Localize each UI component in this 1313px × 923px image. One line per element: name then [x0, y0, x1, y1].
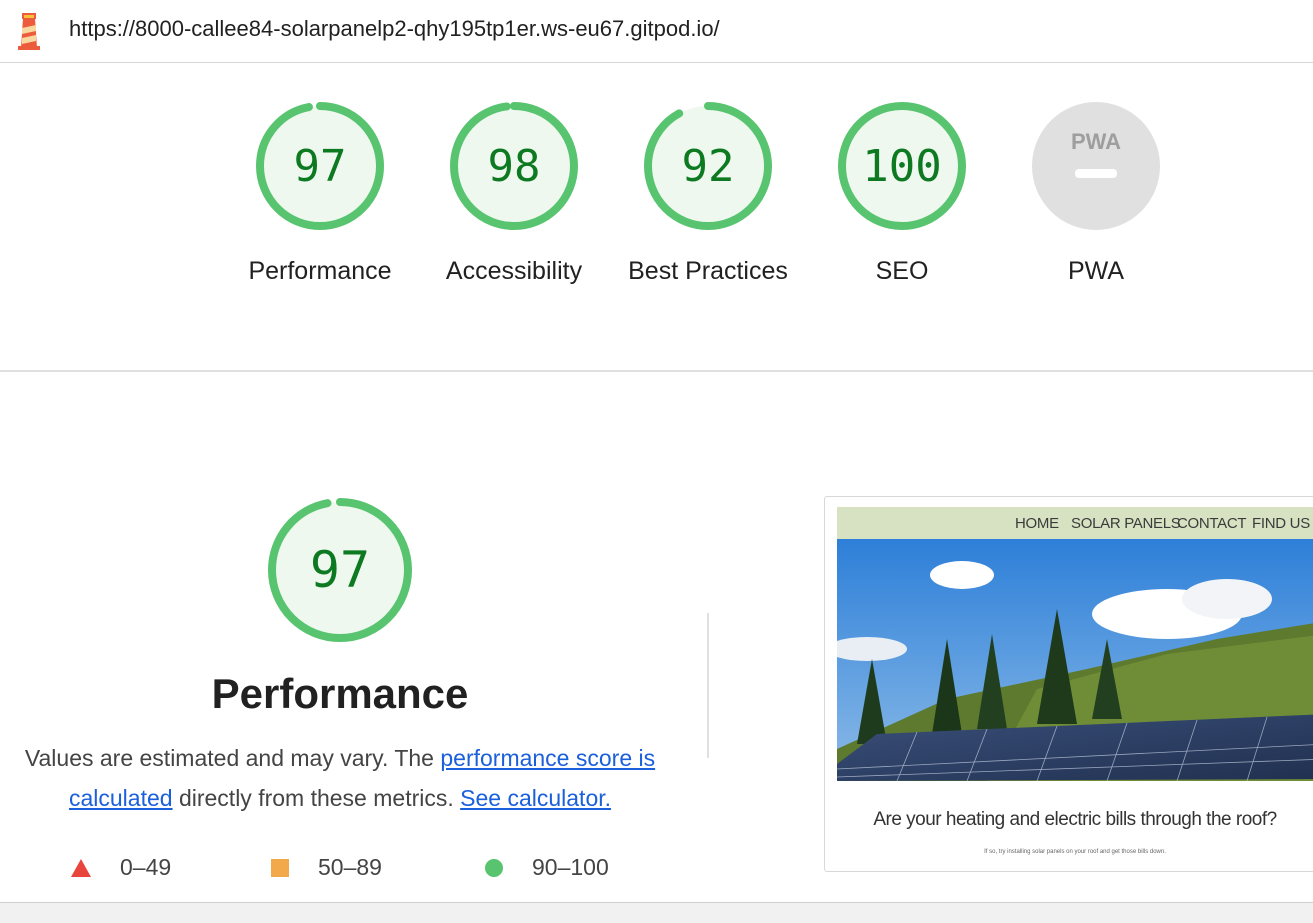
score-legend: 0–49 50–89 90–100	[70, 854, 690, 884]
screenshot-nav: HOME SOLAR PANELS CONTACT FIND US	[837, 507, 1313, 539]
gauge-accessibility[interactable]: 98 Accessibility	[424, 101, 604, 291]
bottom-bar	[0, 902, 1313, 923]
gauge-label: PWA	[1067, 257, 1125, 285]
performance-section: 97 Performance Values are estimated and …	[0, 372, 1313, 902]
vertical-divider	[707, 613, 709, 758]
gauge-performance[interactable]: 97 Performance	[230, 101, 410, 291]
screenshot-nav-item: FIND US	[1252, 515, 1310, 532]
gauge-pwa[interactable]: PWA PWA	[1006, 101, 1186, 291]
see-calculator-link[interactable]: See calculator.	[460, 785, 611, 811]
gauge-seo[interactable]: 100 SEO	[812, 101, 992, 291]
screenshot-nav-item: CONTACT	[1177, 515, 1247, 532]
legend-range: 50–89	[318, 854, 382, 880]
screenshot-nav-item: SOLAR PANELS	[1071, 515, 1181, 532]
performance-score: 97	[310, 541, 370, 599]
gauge-ring-icon: 97	[256, 102, 384, 230]
legend-range: 90–100	[532, 854, 609, 880]
page-url[interactable]: https://8000-callee84-solarpanelp2-qhy19…	[69, 16, 720, 42]
gauge-score: 98	[488, 141, 541, 192]
lighthouse-logo-icon	[18, 13, 40, 50]
screenshot-heading: Are your heating and electric bills thro…	[873, 809, 1277, 830]
pwa-badge-icon: PWA	[1032, 102, 1160, 230]
final-screenshot[interactable]: HOME SOLAR PANELS CONTACT FIND US Are yo…	[824, 496, 1313, 872]
description-text: directly from these metrics.	[172, 785, 461, 811]
gauge-score: 97	[294, 141, 347, 192]
gauge-ring-icon: 98	[450, 102, 578, 230]
legend-average: 50–89	[270, 854, 382, 881]
report-header: https://8000-callee84-solarpanelp2-qhy19…	[0, 0, 1313, 63]
gauge-ring-icon: 100	[838, 102, 966, 230]
gauge-label: Accessibility	[445, 257, 583, 285]
gauge-score: 92	[682, 141, 735, 192]
gauge-best-practices[interactable]: 92 Best Practices	[618, 101, 798, 291]
screenshot-subtext: If so, try installing solar panels on yo…	[984, 849, 1166, 855]
gauge-ring-icon: 92	[644, 102, 772, 230]
solar-panels-image	[837, 539, 1313, 781]
circle-icon	[485, 858, 503, 877]
description-text: Values are estimated and may vary. The	[24, 745, 441, 771]
screenshot-nav-item: HOME	[1015, 515, 1059, 532]
gauge-score: 100	[862, 141, 941, 192]
legend-range: 0–49	[120, 854, 172, 880]
category-gauges: 97 Performance 98 Accessibility 92 Best …	[0, 63, 1313, 370]
legend-pass: 90–100	[484, 854, 609, 881]
performance-description: Values are estimated and may vary. The p…	[20, 738, 660, 818]
performance-title: Performance	[211, 670, 469, 717]
triangle-icon	[71, 858, 91, 877]
gauge-label: SEO	[875, 257, 929, 285]
svg-text:PWA: PWA	[1071, 129, 1121, 154]
legend-fail: 0–49	[70, 854, 171, 881]
gauge-label: Best Practices	[628, 257, 788, 285]
square-icon	[271, 858, 289, 877]
gauge-label: Performance	[248, 257, 392, 285]
performance-gauge-icon: 97	[268, 498, 412, 642]
